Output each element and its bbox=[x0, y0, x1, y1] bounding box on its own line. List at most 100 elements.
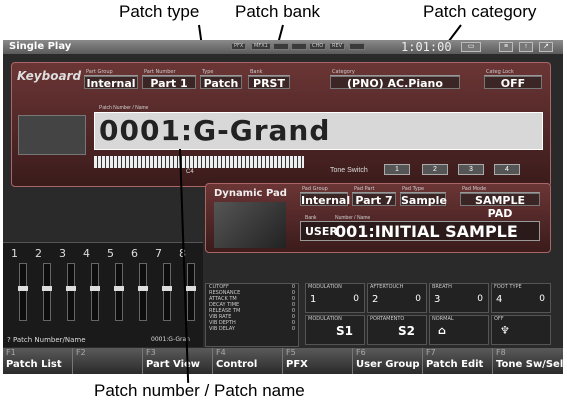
fkey-label: User Group bbox=[356, 359, 420, 370]
categ-lock-field[interactable]: Categ Lock OFF bbox=[484, 69, 542, 90]
indicator-cho: CHO bbox=[309, 43, 327, 50]
indicator-rev: REV bbox=[329, 43, 346, 50]
f5-button[interactable]: F5 PFX bbox=[283, 348, 353, 374]
tone-switch-2[interactable]: 2 bbox=[422, 164, 448, 175]
tone-switch-1[interactable]: 1 bbox=[384, 164, 410, 175]
patch-type-field[interactable]: Type Patch bbox=[200, 69, 242, 90]
patch-category-field[interactable]: Category (PNO) AC.Piano bbox=[330, 69, 460, 90]
fkey-number: F1 bbox=[6, 348, 16, 357]
callout-patch-bank: Patch bank bbox=[235, 2, 321, 21]
f7-button[interactable]: F7 Patch Edit bbox=[423, 348, 493, 374]
part-number-field[interactable]: Part Number Part 1 bbox=[142, 69, 196, 90]
indicator-3 bbox=[273, 43, 289, 50]
fkey-number: F6 bbox=[356, 348, 366, 357]
modulation-caption: MODULATION bbox=[308, 284, 342, 290]
f3-button[interactable]: F3 Part View bbox=[143, 348, 213, 374]
exit-icon[interactable]: ↗ bbox=[539, 42, 553, 52]
fkey-number: F2 bbox=[76, 348, 86, 357]
callout-patch-type: Patch type bbox=[119, 2, 200, 21]
s2-caption: PORTAMENTO bbox=[370, 316, 405, 322]
modulation-number: 1 bbox=[310, 294, 317, 305]
pad-mode-field[interactable]: Pad Mode SAMPLE PAD bbox=[460, 186, 540, 220]
pad-mode-value: SAMPLE PAD bbox=[460, 193, 540, 220]
pad-type-caption: Pad Type bbox=[400, 186, 446, 193]
aftertouch-knob[interactable]: AFTERTOUCH 2 0 bbox=[367, 283, 427, 313]
modulation-knob[interactable]: MODULATION 1 0 bbox=[305, 283, 365, 313]
pad-part-field[interactable]: Pad Part Part 7 bbox=[352, 186, 396, 207]
off-switch[interactable]: OFF ♆ bbox=[491, 315, 551, 345]
up-icon[interactable]: ↑ bbox=[519, 42, 533, 52]
pad-bank-value: USER bbox=[305, 225, 338, 238]
menu-icon[interactable]: ≡ bbox=[499, 42, 513, 52]
foot-type-caption: FOOT TYPE bbox=[494, 284, 522, 290]
pad-group-field[interactable]: Pad Group Internal bbox=[300, 186, 350, 207]
param-row[interactable]: VIB DELAY 0 bbox=[206, 326, 298, 332]
help-icon: ? bbox=[7, 336, 11, 344]
foot-type-value: 0 bbox=[539, 294, 545, 304]
indicator-4 bbox=[291, 43, 307, 50]
breath-value: 0 bbox=[477, 294, 483, 304]
f6-button[interactable]: F6 User Group bbox=[353, 348, 423, 374]
patch-bank-caption: Bank bbox=[248, 69, 290, 76]
part-group-field[interactable]: Part Group Internal bbox=[84, 69, 138, 90]
tone-switch-3[interactable]: 3 bbox=[458, 164, 484, 175]
breath-knob[interactable]: BREATH 3 0 bbox=[429, 283, 489, 313]
patch-category-caption: Category bbox=[330, 69, 460, 76]
param-value: 0 bbox=[291, 326, 295, 332]
f4-button[interactable]: F4 Control bbox=[213, 348, 283, 374]
s2-switch[interactable]: PORTAMENTO S2 bbox=[367, 315, 427, 345]
s1-switch[interactable]: MODULATION S1 bbox=[305, 315, 365, 345]
fkey-number: F5 bbox=[286, 348, 296, 357]
tone-switch-label: Tone Switch bbox=[330, 167, 368, 174]
channel-number: 1 bbox=[11, 247, 18, 260]
channel-fader[interactable] bbox=[42, 263, 52, 321]
patch-type-value: Patch bbox=[200, 76, 242, 90]
patch-name-value: 0001:G-Grand bbox=[99, 114, 331, 147]
sound-params-list[interactable]: CUTOFF 0 RESONANCE 0 ATTACK TM 0 DECAY TIME… bbox=[205, 283, 299, 347]
normal-switch[interactable]: NORMAL ⌂ bbox=[429, 315, 489, 345]
key-marker: C4 bbox=[186, 169, 194, 175]
patch-bank-value: PRST bbox=[248, 76, 290, 90]
channel-fader[interactable] bbox=[162, 263, 172, 321]
callout-patch-category: Patch category bbox=[423, 2, 537, 21]
pad-sample-name: 001:INITIAL SAMPLE bbox=[335, 222, 518, 241]
fkey-label: Part View bbox=[146, 359, 201, 370]
foot-type-number: 4 bbox=[496, 294, 503, 305]
piano-image bbox=[18, 115, 86, 155]
channel-fader[interactable] bbox=[114, 263, 124, 321]
indicator-pfx: PFX bbox=[231, 43, 247, 50]
fkey-number: F7 bbox=[426, 348, 436, 357]
pad-part-value: Part 7 bbox=[352, 193, 396, 207]
channel-fader[interactable] bbox=[138, 263, 148, 321]
channel-fader[interactable] bbox=[90, 263, 100, 321]
channel-number: 5 bbox=[107, 247, 114, 260]
f1-button[interactable]: F1 Patch List bbox=[3, 348, 73, 374]
mixer-help: ? Patch Number/Name bbox=[7, 336, 86, 344]
foot-type-knob[interactable]: FOOT TYPE 4 0 bbox=[491, 283, 551, 313]
patch-name-field[interactable]: Patch Number / Name 0001:G-Grand bbox=[94, 105, 543, 150]
channel-fader[interactable] bbox=[186, 263, 196, 321]
fkey-label: Control bbox=[216, 359, 258, 370]
tempo-icon[interactable]: ▭ bbox=[461, 42, 481, 52]
mixer-footer-value: 0001:G-Gran bbox=[151, 336, 190, 343]
s1-label: S1 bbox=[336, 324, 353, 338]
keyboard-label: Keyboard bbox=[17, 69, 82, 83]
pad-image bbox=[214, 202, 286, 248]
f8-button[interactable]: F8 Tone Sw/Sel bbox=[493, 348, 563, 374]
callout-patch-number-name: Patch number / Patch name bbox=[94, 381, 305, 400]
patch-bank-field[interactable]: Bank PRST bbox=[248, 69, 290, 90]
fkey-number: F3 bbox=[146, 348, 156, 357]
keyboard-panel: Keyboard Part Group Internal Part Number… bbox=[11, 62, 551, 187]
patch-category-value: (PNO) AC.Piano bbox=[330, 76, 460, 90]
channel-fader[interactable] bbox=[18, 263, 28, 321]
pad-sample-name-field[interactable]: Bank Number / Name USER 001:INITIAL SAMP… bbox=[300, 215, 540, 241]
pad-type-field[interactable]: Pad Type Sample bbox=[400, 186, 447, 207]
f2-button[interactable]: F2 bbox=[73, 348, 143, 374]
dynamic-pad-label: Dynamic Pad bbox=[214, 188, 287, 199]
synth-screen: Single Play PFX MFX1 CHO REV 1:01:00 ▭ ≡… bbox=[3, 40, 563, 374]
channel-number: 4 bbox=[83, 247, 90, 260]
channel-fader[interactable] bbox=[66, 263, 76, 321]
part-group-value: Internal bbox=[84, 76, 138, 90]
tone-switch-4[interactable]: 4 bbox=[494, 164, 520, 175]
channel-number: 6 bbox=[131, 247, 138, 260]
